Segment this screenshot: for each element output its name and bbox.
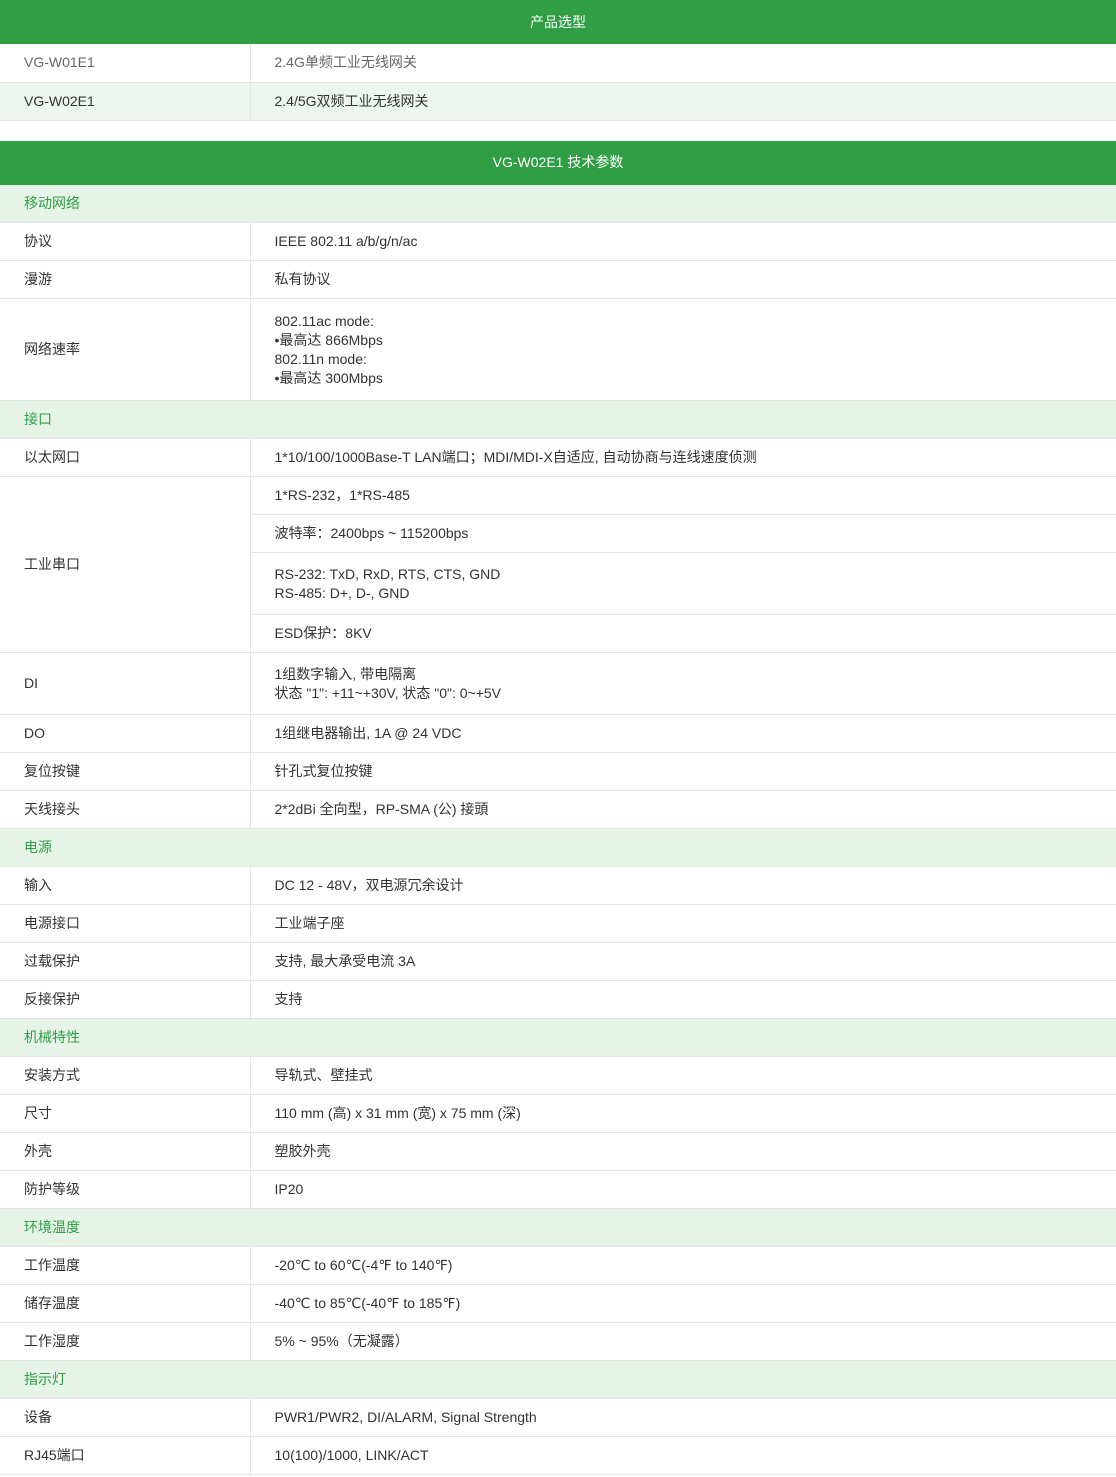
row-value: 1组继电器输出, 1A @ 24 VDC: [250, 714, 1116, 753]
di-line: 状态 "1": +11~+30V, 状态 "0": 0~+5V: [274, 684, 502, 701]
table-row: 协议 IEEE 802.11 a/b/g/n/ac: [0, 222, 1116, 261]
row-value: IP20: [250, 1170, 1116, 1209]
table-row: DO 1组继电器输出, 1A @ 24 VDC: [0, 714, 1116, 753]
table-row: 尺寸 110 mm (高) x 31 mm (宽) x 75 mm (深): [0, 1094, 1116, 1133]
row-value: 802.11ac mode: •最高达 866Mbps 802.11n mode…: [250, 298, 1116, 401]
row-label: 电源接口: [0, 904, 251, 943]
row-label: 外壳: [0, 1132, 251, 1171]
row-label: 储存温度: [0, 1284, 251, 1323]
row-label: 工作温度: [0, 1246, 251, 1285]
row-value: 波特率：2400bps ~ 115200bps: [250, 514, 1116, 553]
table-row: 防护等级 IP20: [0, 1170, 1116, 1209]
table-row: 输入 DC 12 - 48V，双电源冗余设计: [0, 866, 1116, 905]
row-label: DI: [0, 652, 251, 715]
spec-table: VG-W02E1 技术参数 移动网络 协议 IEEE 802.11 a/b/g/…: [0, 140, 1116, 1475]
row-value: 支持, 最大承受电流 3A: [250, 942, 1116, 981]
section-heading-interface: 接口: [0, 400, 1116, 439]
row-label: 安装方式: [0, 1056, 251, 1095]
table-row: DI 1组数字输入, 带电隔离 状态 "1": +11~+30V, 状态 "0"…: [0, 652, 1116, 715]
table-row: 过载保护 支持, 最大承受电流 3A: [0, 942, 1116, 981]
table-row: 储存温度 -40℃ to 85℃(-40℉ to 185℉): [0, 1284, 1116, 1323]
row-value: ESD保护：8KV: [250, 614, 1116, 653]
row-value: 支持: [250, 980, 1116, 1019]
row-label: 过载保护: [0, 942, 251, 981]
row-label: DO: [0, 714, 251, 753]
model-description: 2.4/5G双频工业无线网关: [250, 82, 1116, 121]
section-heading-indicator: 指示灯: [0, 1360, 1116, 1399]
row-label: 网络速率: [0, 298, 251, 401]
table-row: 安装方式 导轨式、壁挂式: [0, 1056, 1116, 1095]
row-value: 针孔式复位按键: [250, 752, 1116, 791]
selection-title: 产品选型: [0, 0, 1116, 44]
section-heading-mobile-network: 移动网络: [0, 184, 1116, 223]
row-value: 工业端子座: [250, 904, 1116, 943]
signal-line: RS-485: D+, D-, GND: [274, 584, 410, 601]
table-row: 漫游 私有协议: [0, 260, 1116, 299]
row-value: 2*2dBi 全向型，RP-SMA (公) 接頭: [250, 790, 1116, 829]
model-description: 2.4G单频工业无线网关: [250, 44, 1116, 83]
table-row: RJ45端口 10(100)/1000, LINK/ACT: [0, 1436, 1116, 1475]
model-name: VG-W02E1: [0, 82, 251, 121]
rate-line: 802.11ac mode:: [274, 312, 374, 329]
rate-line: •最高达 866Mbps: [274, 331, 383, 348]
row-value: 5% ~ 95%（无凝露）: [250, 1322, 1116, 1361]
table-row: 反接保护 支持: [0, 980, 1116, 1019]
row-label: 尺寸: [0, 1094, 251, 1133]
section-heading-mechanical: 机械特性: [0, 1018, 1116, 1057]
rate-line: •最高达 300Mbps: [274, 369, 383, 386]
row-value: 导轨式、壁挂式: [250, 1056, 1116, 1095]
row-label: 复位按键: [0, 752, 251, 791]
table-spacer: [0, 121, 1116, 141]
table-row: 天线接头 2*2dBi 全向型，RP-SMA (公) 接頭: [0, 790, 1116, 829]
row-value: 10(100)/1000, LINK/ACT: [250, 1436, 1116, 1475]
rate-line: 802.11n mode:: [274, 350, 367, 367]
row-label: 工作湿度: [0, 1322, 251, 1361]
row-label: RJ45端口: [0, 1436, 251, 1475]
row-value: 私有协议: [250, 260, 1116, 299]
table-row: 电源接口 工业端子座: [0, 904, 1116, 943]
row-value: DC 12 - 48V，双电源冗余设计: [250, 866, 1116, 905]
table-row: VG-W02E1 2.4/5G双频工业无线网关: [0, 82, 1116, 121]
row-value: -20℃ to 60℃(-4℉ to 140℉): [250, 1246, 1116, 1285]
row-value: 塑胶外壳: [250, 1132, 1116, 1171]
table-row: 工作温度 -20℃ to 60℃(-4℉ to 140℉): [0, 1246, 1116, 1285]
table-row: 以太网口 1*10/100/1000Base-T LAN端口；MDI/MDI-X…: [0, 438, 1116, 477]
row-value: PWR1/PWR2, DI/ALARM, Signal Strength: [250, 1398, 1116, 1437]
row-label: 设备: [0, 1398, 251, 1437]
row-value: 110 mm (高) x 31 mm (宽) x 75 mm (深): [250, 1094, 1116, 1133]
row-value: 1*RS-232，1*RS-485: [250, 476, 1116, 515]
row-value: 1组数字输入, 带电隔离 状态 "1": +11~+30V, 状态 "0": 0…: [250, 652, 1116, 715]
spec-title: VG-W02E1 技术参数: [0, 140, 1116, 185]
row-label: 天线接头: [0, 790, 251, 829]
table-row: 网络速率 802.11ac mode: •最高达 866Mbps 802.11n…: [0, 298, 1116, 401]
signal-line: RS-232: TxD, RxD, RTS, CTS, GND: [274, 565, 501, 582]
section-heading-environment: 环境温度: [0, 1208, 1116, 1247]
row-label: 防护等级: [0, 1170, 251, 1209]
model-name: VG-W01E1: [0, 44, 251, 83]
di-line: 1组数字输入, 带电隔离: [274, 665, 417, 682]
table-row: 工作湿度 5% ~ 95%（无凝露）: [0, 1322, 1116, 1361]
row-label: 输入: [0, 866, 251, 905]
row-label: 工业串口: [0, 476, 251, 653]
table-row: VG-W01E1 2.4G单频工业无线网关: [0, 44, 1116, 83]
row-label: 以太网口: [0, 438, 251, 477]
row-label: 协议: [0, 222, 251, 261]
table-row: 外壳 塑胶外壳: [0, 1132, 1116, 1171]
row-value: RS-232: TxD, RxD, RTS, CTS, GND RS-485: …: [250, 552, 1116, 615]
row-value: 1*10/100/1000Base-T LAN端口；MDI/MDI-X自适应, …: [250, 438, 1116, 477]
row-value: -40℃ to 85℃(-40℉ to 185℉): [250, 1284, 1116, 1323]
table-row: 工业串口 1*RS-232，1*RS-485: [0, 476, 1116, 653]
row-label: 反接保护: [0, 980, 251, 1019]
section-heading-power: 电源: [0, 828, 1116, 867]
product-selection-table: 产品选型 VG-W01E1 2.4G单频工业无线网关 VG-W02E1 2.4/…: [0, 0, 1116, 121]
table-row: 设备 PWR1/PWR2, DI/ALARM, Signal Strength: [0, 1398, 1116, 1437]
table-row: 复位按键 针孔式复位按键: [0, 752, 1116, 791]
row-value: IEEE 802.11 a/b/g/n/ac: [250, 222, 1116, 261]
row-label: 漫游: [0, 260, 251, 299]
